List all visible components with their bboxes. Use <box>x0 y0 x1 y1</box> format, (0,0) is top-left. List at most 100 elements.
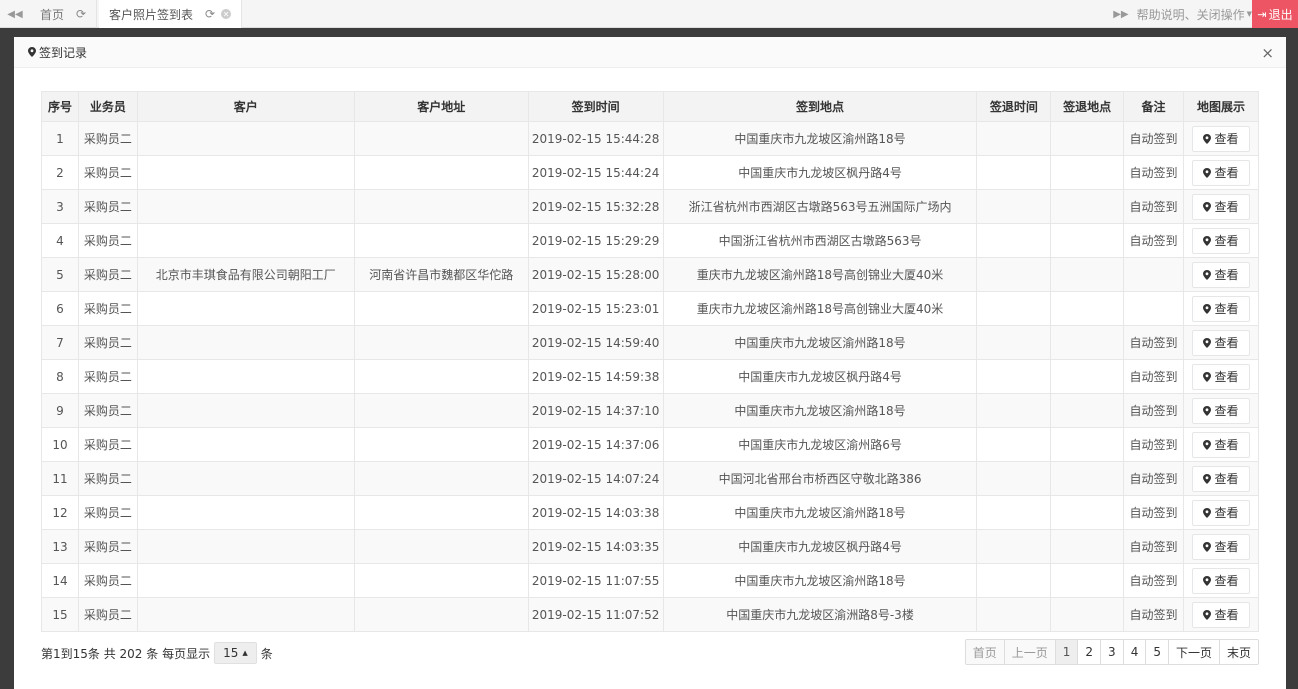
view-map-button[interactable]: 查看 <box>1191 227 1250 254</box>
cell-note: 自动签到 <box>1123 121 1184 156</box>
cell-note: 自动签到 <box>1123 427 1184 462</box>
col-header-checkout-time[interactable]: 签退时间 <box>976 91 1052 122</box>
table-row: 4 采购员二 2019-02-15 15:29:29 中国浙江省杭州市西湖区古墩路56… <box>41 223 1260 258</box>
view-map-button[interactable]: 查看 <box>1191 465 1250 492</box>
table-row: 15 采购员二 2019-02-15 11:07:52 中国重庆市九龙坡区渝洲路8号-… <box>41 597 1260 632</box>
caret-up-icon: ▲ <box>242 649 248 657</box>
view-map-button[interactable]: 查看 <box>1191 125 1250 152</box>
cell-customer <box>136 189 355 224</box>
cell-checkin-time: 2019-02-15 14:03:35 <box>527 529 664 564</box>
view-map-label: 查看 <box>1214 200 1239 214</box>
view-map-button[interactable]: 查看 <box>1191 567 1250 594</box>
cell-checkout-time <box>976 563 1052 598</box>
refresh-icon[interactable]: ⟳ <box>76 7 86 21</box>
cell-address <box>353 223 529 258</box>
col-header-staff[interactable]: 业务员 <box>77 91 138 122</box>
logout-button[interactable]: ⇥ 退出 <box>1252 0 1298 28</box>
close-icon[interactable]: × <box>1261 44 1274 62</box>
col-header-address[interactable]: 客户地址 <box>353 91 529 122</box>
pager-page-5[interactable]: 5 <box>1145 640 1168 664</box>
pager-last[interactable]: 末页 <box>1218 640 1258 664</box>
scroll-left-icon[interactable]: ◀◀ <box>0 0 30 28</box>
view-map-label: 查看 <box>1214 574 1239 588</box>
col-header-checkout-place[interactable]: 签退地点 <box>1050 91 1125 122</box>
cell-checkin-time: 2019-02-15 15:23:01 <box>527 291 664 326</box>
cell-checkin-place: 中国重庆市九龙坡区渝州路18号 <box>662 563 978 598</box>
cell-checkout-place <box>1050 257 1125 292</box>
view-map-button[interactable]: 查看 <box>1191 397 1250 424</box>
cell-no: 12 <box>41 495 79 530</box>
view-map-button[interactable]: 查看 <box>1191 533 1250 560</box>
cell-no: 5 <box>41 257 79 292</box>
col-header-note[interactable]: 备注 <box>1123 91 1184 122</box>
col-header-map[interactable]: 地图展示 <box>1182 91 1260 122</box>
cell-staff: 采购员二 <box>77 563 138 598</box>
view-map-label: 查看 <box>1214 370 1239 384</box>
pager-page-1[interactable]: 1 <box>1054 640 1078 664</box>
help-area[interactable]: ▶▶ 帮助说明、关闭操作 ▼ <box>1113 0 1252 28</box>
pager-page-2[interactable]: 2 <box>1077 640 1100 664</box>
pager-page-3[interactable]: 3 <box>1100 640 1123 664</box>
table-row: 7 采购员二 2019-02-15 14:59:40 中国重庆市九龙坡区渝州路18号 自… <box>41 325 1260 360</box>
view-map-button[interactable]: 查看 <box>1191 363 1250 390</box>
cell-checkout-time <box>976 223 1052 258</box>
cell-customer: 北京市丰琪食品有限公司朝阳工厂 <box>136 257 355 292</box>
cell-no: 3 <box>41 189 79 224</box>
help-link[interactable]: 帮助说明、关闭操作 <box>1137 6 1245 23</box>
cell-staff: 采购员二 <box>77 155 138 190</box>
view-map-button[interactable]: 查看 <box>1191 601 1250 628</box>
refresh-icon[interactable]: ⟳ <box>205 7 215 21</box>
map-marker-icon <box>1203 473 1212 484</box>
cell-staff: 采购员二 <box>77 223 138 258</box>
cell-customer <box>136 223 355 258</box>
cell-checkout-time <box>976 359 1052 394</box>
tab-customer-photo-checkin[interactable]: 客户照片签到表 ⟳ ✕ <box>99 0 243 28</box>
table-row: 3 采购员二 2019-02-15 15:32:28 浙江省杭州市西湖区古墩路563号… <box>41 189 1260 224</box>
cell-checkin-place: 中国重庆市九龙坡区枫丹路4号 <box>662 359 978 394</box>
modal-title: 签到记录 <box>39 45 88 60</box>
page-size-select[interactable]: 15 ▲ <box>214 642 257 664</box>
view-map-label: 查看 <box>1214 268 1239 282</box>
col-header-checkin-place[interactable]: 签到地点 <box>662 91 978 122</box>
table-row: 6 采购员二 2019-02-15 15:23:01 重庆市九龙坡区渝州路18号高创锦… <box>41 291 1260 326</box>
cell-checkout-place <box>1050 597 1125 632</box>
pager-first[interactable]: 首页 <box>965 640 1004 664</box>
scroll-right-icon[interactable]: ▶▶ <box>1113 9 1128 20</box>
table-header-row: 序号 业务员 客户 客户地址 签到时间 签到地点 签退时间 签退地点 备注 地图… <box>41 91 1260 122</box>
col-header-no[interactable]: 序号 <box>41 91 79 122</box>
cell-customer <box>136 427 355 462</box>
view-map-button[interactable]: 查看 <box>1191 193 1250 220</box>
view-map-button[interactable]: 查看 <box>1191 295 1250 322</box>
view-map-button[interactable]: 查看 <box>1191 431 1250 458</box>
cell-checkout-time <box>976 121 1052 156</box>
map-marker-icon <box>1203 167 1212 178</box>
map-marker-icon <box>1203 201 1212 212</box>
cell-customer <box>136 597 355 632</box>
cell-checkin-time: 2019-02-15 15:44:28 <box>527 121 664 156</box>
cell-checkin-place: 浙江省杭州市西湖区古墩路563号五洲国际广场内 <box>662 189 978 224</box>
cell-map: 查看 <box>1182 597 1260 632</box>
cell-no: 1 <box>41 121 79 156</box>
pager-page-4[interactable]: 4 <box>1122 640 1146 664</box>
col-header-checkin-time[interactable]: 签到时间 <box>527 91 664 122</box>
cell-staff: 采购员二 <box>77 189 138 224</box>
cell-map: 查看 <box>1182 359 1260 394</box>
close-tab-icon[interactable]: ✕ <box>221 9 232 19</box>
cell-checkin-place: 中国重庆市九龙坡区渝州路18号 <box>662 121 978 156</box>
col-header-customer[interactable]: 客户 <box>136 91 355 122</box>
pager-next[interactable]: 下一页 <box>1167 640 1219 664</box>
logout-label: 退出 <box>1268 7 1293 22</box>
cell-checkout-time <box>976 155 1052 190</box>
checkin-records-modal: 签到记录 × 序号 业务员 客户 客户地址 签到时间 签到地点 签退时间 签退地… <box>14 37 1286 689</box>
view-map-button[interactable]: 查看 <box>1191 159 1250 186</box>
view-map-button[interactable]: 查看 <box>1191 261 1250 288</box>
map-marker-icon <box>1203 235 1212 246</box>
view-map-button[interactable]: 查看 <box>1191 329 1250 356</box>
map-marker-icon <box>1203 575 1212 586</box>
cell-staff: 采购员二 <box>77 359 138 394</box>
tab-home[interactable]: 首页 ⟳ <box>30 0 98 28</box>
cell-address <box>353 359 529 394</box>
pager-prev[interactable]: 上一页 <box>1003 640 1055 664</box>
map-marker-icon <box>28 47 36 57</box>
view-map-button[interactable]: 查看 <box>1191 499 1250 526</box>
